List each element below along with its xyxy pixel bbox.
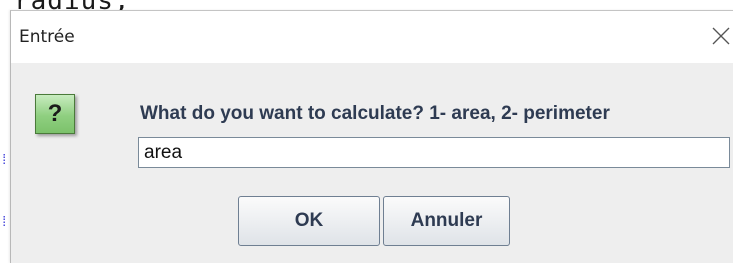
question-icon: ? — [35, 94, 75, 134]
answer-input[interactable] — [138, 137, 730, 168]
dialog-titlebar: Entrée — [11, 11, 733, 63]
background-editor-edge: ⁞ — [0, 152, 6, 169]
background-editor-edge: ⁞ — [0, 214, 6, 231]
ok-button[interactable]: OK — [238, 196, 380, 246]
close-button[interactable] — [708, 23, 733, 49]
close-icon — [712, 27, 730, 45]
input-dialog: Entrée ? What do you want to calculate? … — [10, 10, 733, 263]
cancel-button[interactable]: Annuler — [383, 196, 510, 246]
dialog-message: What do you want to calculate? 1- area, … — [140, 103, 610, 124]
dialog-title: Entrée — [19, 27, 75, 47]
